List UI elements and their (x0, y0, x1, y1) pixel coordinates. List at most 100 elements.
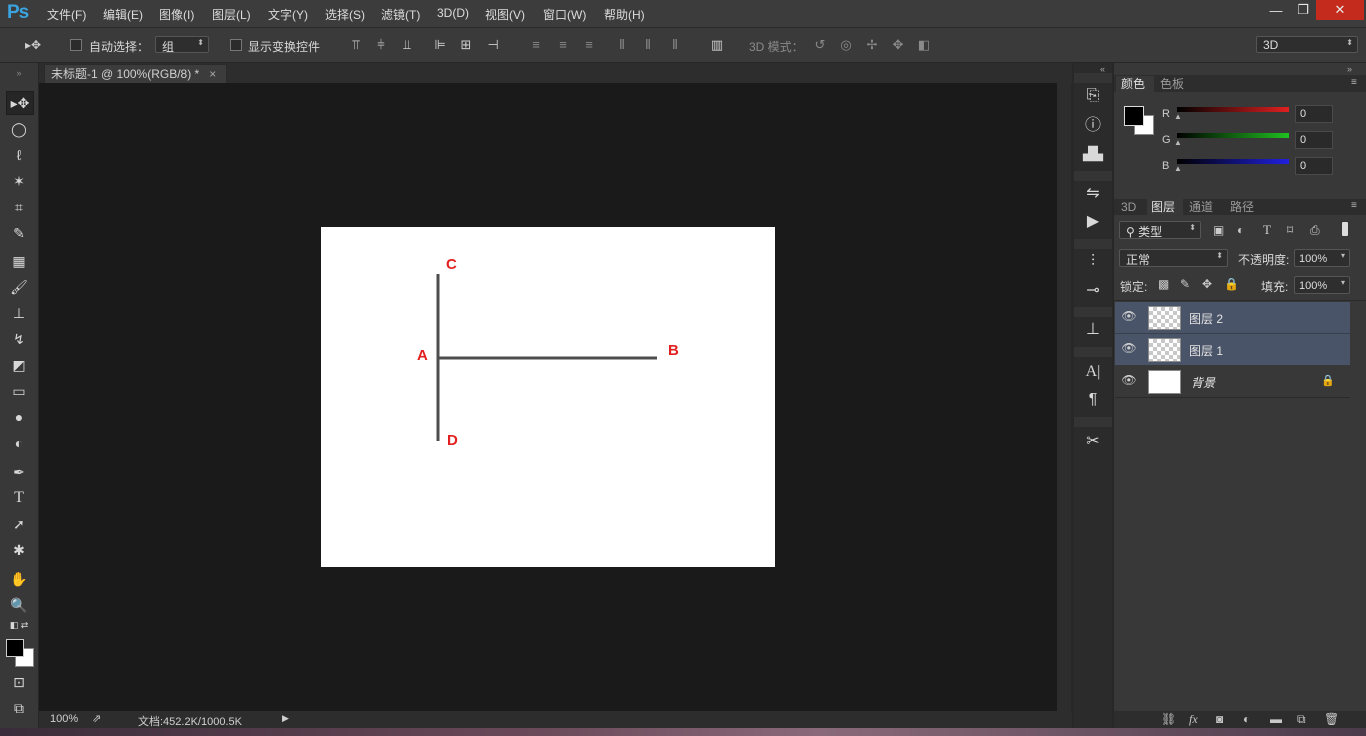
zoom-icon[interactable]: 🔍 (6, 594, 32, 616)
new-layer-icon[interactable]: ⧉ (1297, 711, 1306, 728)
menu-layer[interactable]: 图层(L) (212, 6, 251, 23)
quick-mask-icon[interactable]: ⊡ (6, 671, 32, 693)
export-icon[interactable]: ⇗ (92, 712, 101, 725)
vertical-scrollbar[interactable] (1057, 83, 1071, 711)
align-top-icon[interactable]: ⫪ (348, 37, 364, 53)
foreground-color-swatch[interactable] (6, 639, 24, 657)
channel-g-value[interactable]: 0 (1295, 131, 1333, 149)
lock-all-icon[interactable]: 🔒 (1224, 277, 1239, 291)
status-menu-arrow-icon[interactable]: ▶ (282, 713, 289, 724)
3d-scale-icon[interactable]: ◧ (916, 37, 932, 53)
distribute-top-icon[interactable]: ≡ (528, 37, 544, 53)
close-tab-icon[interactable]: × (209, 67, 216, 81)
layer-row[interactable]: 👁 背景 🔒 (1115, 366, 1350, 398)
workspace-dropdown[interactable]: 3D ⬍ (1256, 36, 1358, 53)
clone-source-icon[interactable]: ⊥ (1083, 319, 1103, 341)
minimize-button[interactable]: — (1261, 0, 1291, 20)
tool-presets-icon[interactable]: ⫶ (1083, 251, 1103, 273)
filter-adjustment-icon[interactable]: ◐ (1237, 223, 1244, 237)
blur-icon[interactable]: ● (6, 406, 32, 428)
eyedropper-icon[interactable]: ✎ (6, 222, 32, 244)
tab-color[interactable]: 颜色 (1121, 77, 1145, 92)
document-tab[interactable]: 未标题-1 @ 100%(RGB/8) * × (44, 64, 228, 84)
filter-type-icon[interactable]: T (1263, 222, 1271, 238)
menu-select[interactable]: 选择(S) (325, 6, 365, 23)
add-mask-icon[interactable]: ◙ (1216, 711, 1223, 728)
character-icon[interactable]: A| (1083, 361, 1103, 383)
slider-thumb-icon[interactable]: ▲ (1174, 138, 1182, 147)
magic-wand-icon[interactable]: ✶ (6, 170, 32, 192)
blend-mode-dropdown[interactable]: 正常 ⬍ (1119, 249, 1228, 267)
lock-position-icon[interactable]: ✥ (1202, 277, 1212, 291)
lock-paint-icon[interactable]: ✎ (1180, 277, 1190, 291)
eye-icon[interactable]: 👁 (1120, 373, 1138, 387)
tab-3d[interactable]: 3D (1121, 200, 1136, 215)
actions-play-icon[interactable]: ▶ (1083, 211, 1103, 233)
info-icon[interactable]: ⓘ (1083, 115, 1103, 137)
move-tool-preset-icon[interactable]: ▸✥ (22, 37, 44, 53)
layer-filter-dropdown[interactable]: ⚲ 类型 ⬍ (1119, 221, 1201, 239)
tab-layers[interactable]: 图层 (1151, 200, 1175, 215)
hand-icon[interactable]: ✋ (6, 568, 32, 590)
channel-r-value[interactable]: 0 (1295, 105, 1333, 123)
auto-select-checkbox[interactable] (70, 39, 82, 51)
menu-edit[interactable]: 编辑(E) (103, 6, 143, 23)
3d-slide-icon[interactable]: ✥ (890, 37, 906, 53)
menu-image[interactable]: 图像(I) (159, 6, 194, 23)
menu-3d[interactable]: 3D(D) (437, 6, 469, 20)
opacity-field[interactable]: 100% ▾ (1294, 249, 1350, 267)
3d-pan-icon[interactable]: ✢ (864, 37, 880, 53)
type-tool-icon[interactable]: T (6, 487, 32, 509)
distribute-hcenter-icon[interactable]: ⫴ (640, 37, 656, 53)
screen-mode-icon[interactable]: ⧉ (6, 697, 32, 719)
gradient-icon[interactable]: ▭ (6, 380, 32, 402)
brush-icon[interactable]: 🖌 (6, 276, 32, 298)
slider-thumb-icon[interactable]: ▲ (1174, 164, 1182, 173)
layer-name[interactable]: 背景 (1191, 374, 1215, 391)
channel-r-slider[interactable] (1177, 107, 1289, 112)
filter-pixel-icon[interactable]: ▣ (1213, 223, 1224, 237)
move-tool-icon[interactable]: ▸✥ (6, 91, 34, 115)
3d-roll-icon[interactable]: ◎ (838, 37, 854, 53)
distribute-right-icon[interactable]: ⫴ (667, 37, 683, 53)
brush-presets-icon[interactable]: ⇋ (1083, 183, 1103, 205)
history-brush-icon[interactable]: ↯ (6, 328, 32, 350)
3d-rotate-icon[interactable]: ↺ (812, 37, 828, 53)
layer-row[interactable]: 👁 图层 1 (1115, 334, 1350, 365)
align-bottom-icon[interactable]: ⫫ (399, 37, 415, 53)
healing-brush-icon[interactable]: ▦ (6, 250, 32, 272)
eye-icon[interactable]: 👁 (1120, 341, 1138, 355)
distribute-vcenter-icon[interactable]: ≡ (555, 37, 571, 53)
history-icon[interactable]: ⎘ (1083, 85, 1103, 107)
histogram-icon[interactable]: ▟▙ (1083, 143, 1103, 165)
panel-collapse-icon[interactable]: » (1347, 64, 1352, 74)
menu-filter[interactable]: 滤镜(T) (381, 6, 420, 23)
align-hcenter-icon[interactable]: ⊞ (458, 37, 474, 53)
show-transform-checkbox[interactable] (230, 39, 242, 51)
channel-b-value[interactable]: 0 (1295, 157, 1333, 175)
paragraph-icon[interactable]: ¶ (1083, 389, 1103, 411)
channel-g-slider[interactable] (1177, 133, 1289, 138)
layer-row[interactable]: 👁 图层 2 (1115, 302, 1350, 334)
crop-icon[interactable]: ⌗ (6, 196, 32, 218)
menu-file[interactable]: 文件(F) (47, 6, 86, 23)
eraser-icon[interactable]: ◩ (6, 354, 32, 376)
menu-view[interactable]: 视图(V) (485, 6, 525, 23)
dodge-icon[interactable]: ◐ (6, 432, 32, 454)
link-layers-icon[interactable]: ⛓ (1161, 711, 1176, 728)
fill-field[interactable]: 100% ▾ (1294, 276, 1350, 294)
adjustments-icon[interactable]: ⊸ (1083, 280, 1103, 302)
filter-smart-object-icon[interactable]: ⎙ (1310, 223, 1320, 238)
new-group-icon[interactable]: ▬ (1270, 711, 1282, 728)
lock-transparent-icon[interactable]: ▩ (1158, 277, 1169, 291)
menu-type[interactable]: 文字(Y) (268, 6, 308, 23)
path-selection-icon[interactable]: ➚ (6, 513, 32, 535)
fx-icon[interactable]: fx (1189, 711, 1198, 728)
menu-window[interactable]: 窗口(W) (543, 6, 586, 23)
align-vcenter-icon[interactable]: ⫩ (373, 37, 389, 53)
adjustment-layer-icon[interactable]: ◐ (1243, 711, 1250, 728)
swap-colors-icon[interactable]: ◧ ⇄ (6, 619, 32, 631)
collapse-icon[interactable]: » (6, 68, 32, 78)
lasso-icon[interactable]: ℓ (6, 144, 32, 166)
panel-menu-icon[interactable]: ≡ (1351, 77, 1357, 88)
